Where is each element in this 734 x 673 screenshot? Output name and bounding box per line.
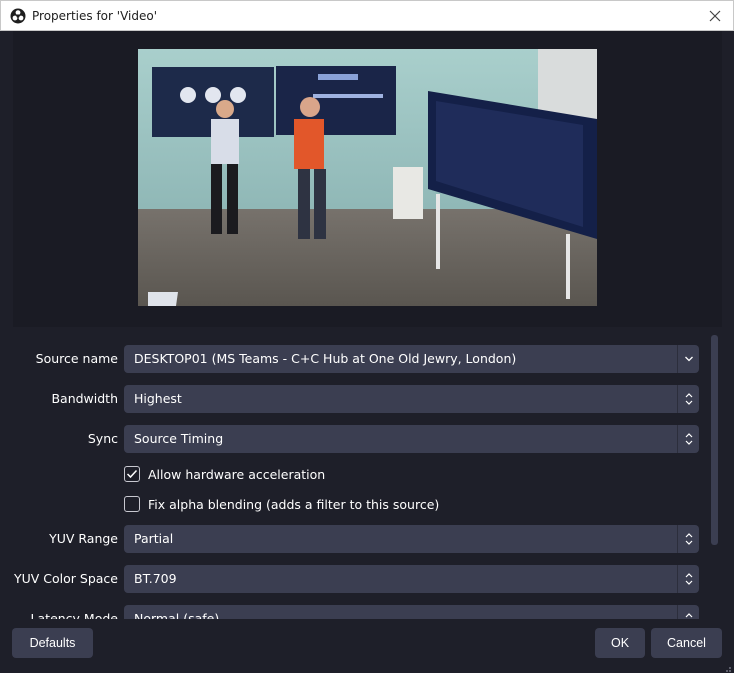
- ok-button[interactable]: OK: [595, 628, 645, 658]
- latency-mode-value: Normal (safe): [134, 611, 220, 619]
- bandwidth-select[interactable]: Highest: [124, 385, 699, 413]
- chevron-down-icon: [677, 345, 699, 373]
- yuv-color-space-row: YUV Color Space BT.709: [13, 565, 708, 593]
- alpha-blend-label: Fix alpha blending (adds a filter to thi…: [148, 496, 440, 512]
- yuv-range-row: YUV Range Partial: [13, 525, 708, 553]
- bandwidth-label: Bandwidth: [51, 391, 118, 406]
- video-frame-image: [138, 49, 597, 306]
- yuv-color-space-label: YUV Color Space: [13, 571, 118, 586]
- sync-value: Source Timing: [134, 431, 224, 446]
- form-scrollbar[interactable]: [708, 335, 720, 619]
- yuv-range-label: YUV Range: [49, 531, 118, 546]
- sync-label: Sync: [87, 431, 118, 446]
- cancel-button[interactable]: Cancel: [651, 628, 722, 658]
- source-name-dropdown[interactable]: DESKTOP01 (MS Teams - C+C Hub at One Old…: [124, 345, 699, 373]
- bandwidth-row: Bandwidth Highest: [13, 385, 708, 413]
- resize-grip-icon[interactable]: [722, 661, 732, 672]
- title-bar: Properties for 'Video': [0, 0, 734, 31]
- hw-accel-checkbox-row[interactable]: Allow hardware acceleration: [124, 464, 325, 484]
- updown-arrows-icon: [677, 385, 699, 413]
- updown-arrows-icon: [677, 565, 699, 593]
- hw-accel-checkbox[interactable]: [124, 466, 140, 482]
- alpha-blend-checkbox[interactable]: [124, 496, 140, 512]
- obs-logo-icon: [10, 8, 26, 24]
- yuv-color-space-select[interactable]: BT.709: [124, 565, 699, 593]
- bandwidth-value: Highest: [134, 391, 182, 406]
- yuv-color-space-value: BT.709: [134, 571, 177, 586]
- defaults-button[interactable]: Defaults: [12, 628, 93, 658]
- latency-mode-label: Latency Mode: [30, 611, 118, 619]
- source-name-value: DESKTOP01 (MS Teams - C+C Hub at One Old…: [134, 351, 517, 366]
- alpha-blend-checkbox-row[interactable]: Fix alpha blending (adds a filter to thi…: [124, 494, 439, 514]
- source-name-row: Source name DESKTOP01 (MS Teams - C+C Hu…: [13, 345, 708, 373]
- sync-row: Sync Source Timing: [13, 425, 708, 453]
- yuv-range-value: Partial: [134, 531, 174, 546]
- updown-arrows-icon: [677, 425, 699, 453]
- source-name-label: Source name: [35, 351, 118, 366]
- latency-mode-row: Latency Mode Normal (safe): [13, 605, 708, 619]
- latency-mode-select[interactable]: Normal (safe): [124, 605, 699, 619]
- video-preview: [138, 49, 597, 306]
- window-title: Properties for 'Video': [32, 8, 157, 23]
- scrollbar-thumb[interactable]: [711, 335, 718, 545]
- sync-select[interactable]: Source Timing: [124, 425, 699, 453]
- yuv-range-select[interactable]: Partial: [124, 525, 699, 553]
- properties-form: Source name DESKTOP01 (MS Teams - C+C Hu…: [13, 327, 708, 619]
- updown-arrows-icon: [677, 525, 699, 553]
- updown-arrows-icon: [677, 605, 699, 619]
- close-icon[interactable]: [705, 6, 725, 26]
- hw-accel-label: Allow hardware acceleration: [148, 466, 326, 482]
